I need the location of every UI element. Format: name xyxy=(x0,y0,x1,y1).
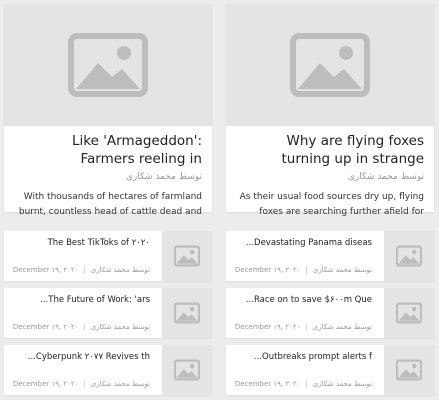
list-item-date: December ۱۹, ۲۰۲۰ xyxy=(12,323,79,331)
featured-author: توسط محمد شکاری xyxy=(125,172,202,182)
featured-card[interactable]: Like 'Armageddon': Farmers reeling in af… xyxy=(4,4,212,217)
list-item[interactable]: The Best TikToks of ۲۰۲۰ توسط محمد شکاری… xyxy=(4,231,212,281)
list-item-meta: توسط محمد شکاری | December ۱۹, ۲۰۲۰ xyxy=(228,266,372,274)
list-item-meta: توسط محمد شکاری | December ۱۹, ۲۰۲۰ xyxy=(6,380,150,388)
list-item-title[interactable]: Race on to save $۶۰۰m Que... xyxy=(232,295,372,305)
list-item-meta: توسط محمد شکاری | December ۱۹, ۲۰۲۰ xyxy=(6,266,150,274)
image-placeholder-icon xyxy=(174,302,200,324)
image-placeholder-icon xyxy=(396,359,422,381)
featured-thumbnail[interactable] xyxy=(226,4,434,126)
list-item-thumbnail[interactable] xyxy=(384,231,434,281)
image-placeholder-icon xyxy=(396,245,422,267)
featured-title[interactable]: Why are flying foxes turning up in stran… xyxy=(236,132,424,168)
list-item-title[interactable]: Devastating Panama diseas... xyxy=(232,238,372,248)
list-item[interactable]: Devastating Panama diseas... توسط محمد ش… xyxy=(226,231,434,281)
image-placeholder-icon xyxy=(174,359,200,381)
featured-excerpt: As their usual food sources dry up, flyi… xyxy=(239,192,424,217)
featured-card[interactable]: Why are flying foxes turning up in stran… xyxy=(226,4,434,217)
list-item-author: توسط محمد شکاری xyxy=(312,380,372,388)
featured-title[interactable]: Like 'Armageddon': Farmers reeling in af… xyxy=(14,132,202,168)
list-item-thumbnail[interactable] xyxy=(162,231,212,281)
list-item[interactable]: Outbreaks prompt alerts f... توسط محمد ش… xyxy=(226,345,434,395)
list-item-thumbnail[interactable] xyxy=(162,288,212,338)
list-item-meta: توسط محمد شکاری | December ۱۹, ۲۰۲۰ xyxy=(228,380,372,388)
list-item-date: December ۱۹, ۲۰۲۰ xyxy=(234,266,301,274)
list-item-date: December ۱۹, ۲۰۲۰ xyxy=(12,266,79,274)
list-item-author: توسط محمد شکاری xyxy=(312,266,372,274)
meta-divider: | xyxy=(305,323,308,331)
meta-divider: | xyxy=(83,380,86,388)
image-placeholder-icon xyxy=(396,302,422,324)
list-item-meta: توسط محمد شکاری | December ۱۹, ۲۰۲۰ xyxy=(228,323,372,331)
list-item-date: December ۱۹, ۲۰۲۰ xyxy=(234,380,301,388)
list-item[interactable]: Race on to save $۶۰۰m Que... توسط محمد ش… xyxy=(226,288,434,338)
meta-divider: | xyxy=(305,380,308,388)
meta-divider: | xyxy=(305,266,308,274)
list-item-author: توسط محمد شکاری xyxy=(90,380,150,388)
list-item-title[interactable]: The Future of Work: 'ars... xyxy=(10,295,150,305)
list-item-thumbnail[interactable] xyxy=(384,288,434,338)
featured-author: توسط محمد شکاری xyxy=(347,172,424,182)
list-item-date: December ۱۹, ۲۰۲۰ xyxy=(234,323,301,331)
image-placeholder-icon xyxy=(290,33,370,97)
image-placeholder-icon xyxy=(68,33,148,97)
list-item-title[interactable]: The Best TikToks of ۲۰۲۰ xyxy=(10,238,150,248)
list-item-title[interactable]: Cyberpunk ۲۰۷۷ Revives th... xyxy=(10,352,150,362)
list-item-title[interactable]: Outbreaks prompt alerts f... xyxy=(232,352,372,362)
list-item-thumbnail[interactable] xyxy=(384,345,434,395)
featured-excerpt: With thousands of hectares of farmland b… xyxy=(18,192,202,217)
list-item[interactable]: The Future of Work: 'ars... توسط محمد شک… xyxy=(4,288,212,338)
image-placeholder-icon xyxy=(174,245,200,267)
list-item-author: توسط محمد شکاری xyxy=(312,323,372,331)
list-item[interactable]: Cyberpunk ۲۰۷۷ Revives th... توسط محمد ش… xyxy=(4,345,212,395)
meta-divider: | xyxy=(83,323,86,331)
list-item-meta: توسط محمد شکاری | December ۱۹, ۲۰۲۰ xyxy=(6,323,150,331)
meta-divider: | xyxy=(83,266,86,274)
featured-thumbnail[interactable] xyxy=(4,4,212,126)
list-item-author: توسط محمد شکاری xyxy=(90,266,150,274)
list-item-date: December ۱۹, ۲۰۲۰ xyxy=(12,380,79,388)
list-item-thumbnail[interactable] xyxy=(162,345,212,395)
list-item-author: توسط محمد شکاری xyxy=(90,323,150,331)
